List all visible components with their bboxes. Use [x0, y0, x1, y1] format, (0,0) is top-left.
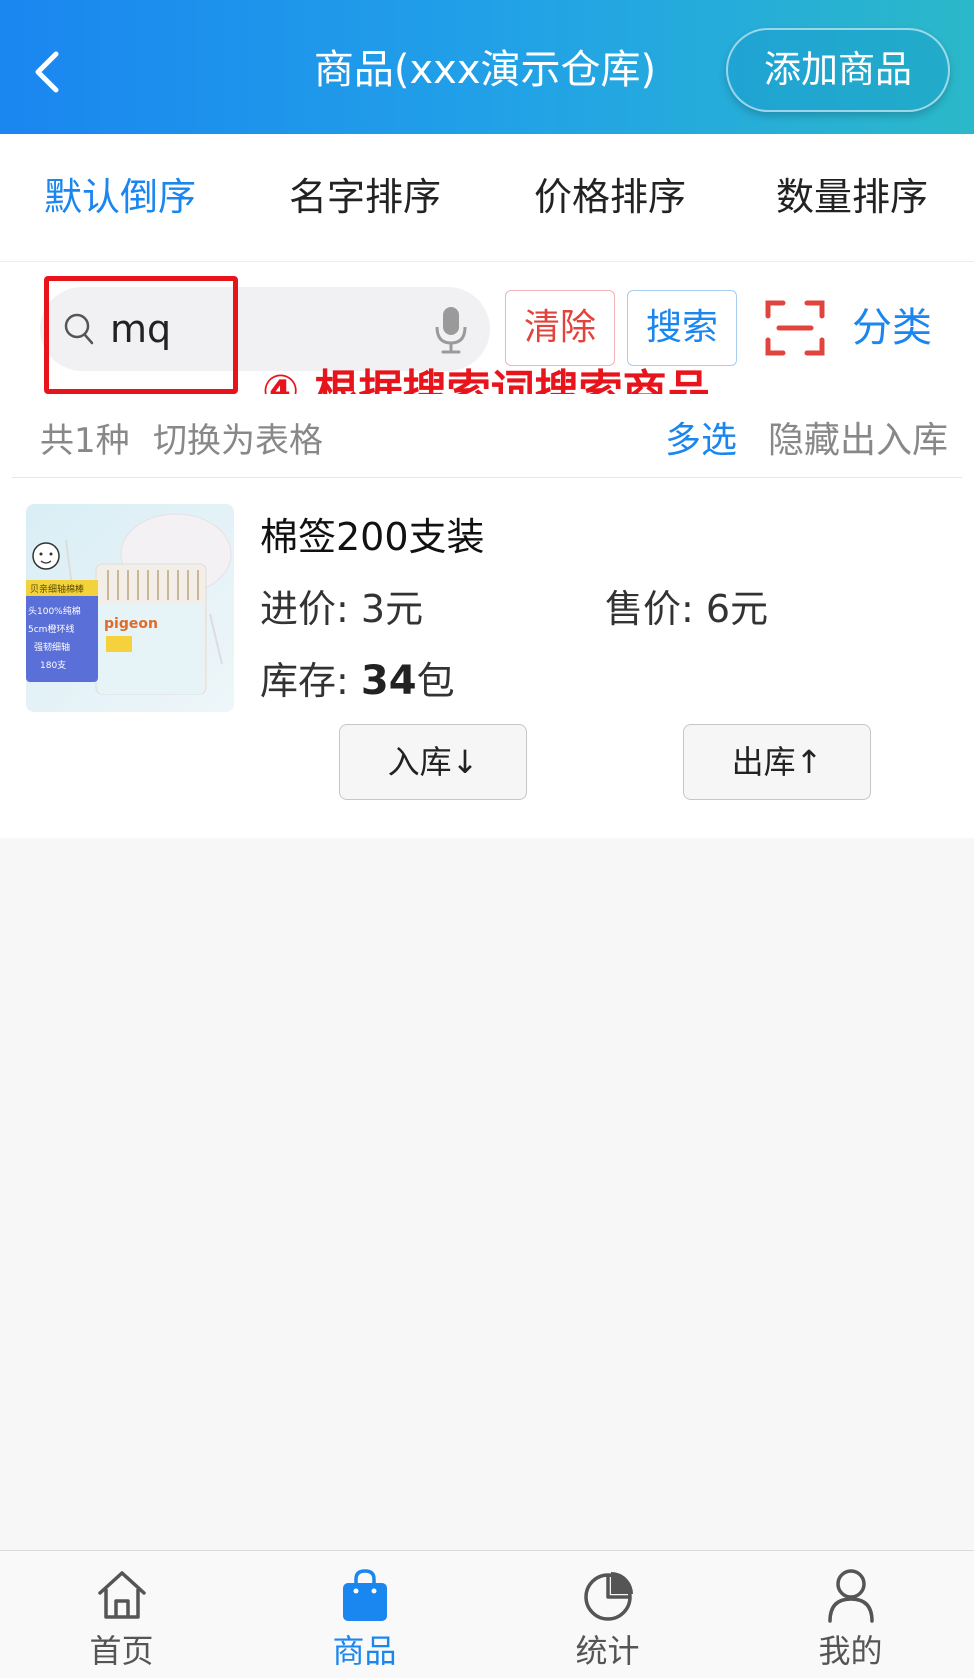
image-text-line: 头100%纯棉	[28, 605, 81, 617]
home-icon	[98, 1571, 146, 1619]
cotton-swab-package-image: pigeon 贝亲细轴棉棒 头100%纯棉 5cm橙环线 强韧细轴 180支	[26, 504, 234, 712]
tab-mine[interactable]: 我的	[729, 1551, 972, 1678]
product-count: 共1种	[40, 421, 130, 461]
sale-value: 6元	[705, 587, 769, 631]
image-text-line: 强韧细轴	[34, 641, 70, 653]
pie-chart-icon	[584, 1572, 633, 1621]
product-name: 棉签200支装	[260, 515, 485, 559]
tab-home[interactable]: 首页	[0, 1551, 243, 1678]
sort-bar: 默认倒序 名字排序 价格排序 数量排序	[0, 134, 974, 262]
list-info-row: 共1种 切换为表格 多选 隐藏出入库	[0, 394, 974, 478]
cost-value: 3元	[360, 587, 424, 631]
stock-label: 库存:	[260, 659, 349, 703]
sale-price: 售价: 6元	[605, 582, 768, 636]
shopping-bag-icon	[343, 1569, 387, 1621]
tab-statistics[interactable]: 统计	[486, 1551, 729, 1678]
category-link[interactable]: 分类	[852, 300, 932, 356]
cost-label: 进价:	[260, 587, 349, 631]
scan-icon[interactable]	[765, 300, 825, 356]
add-product-button[interactable]: 添加商品	[726, 28, 950, 112]
stock-in-button[interactable]: 入库↓	[339, 724, 527, 800]
hide-in-out-link[interactable]: 隐藏出入库	[768, 416, 948, 466]
sort-tab-quantity[interactable]: 数量排序	[752, 172, 952, 222]
back-chevron-icon[interactable]	[30, 48, 66, 96]
microphone-icon[interactable]	[432, 305, 470, 355]
cost-price: 进价: 3元	[260, 582, 423, 636]
tab-products[interactable]: 商品	[243, 1551, 486, 1678]
image-text-line: 180支	[40, 659, 66, 671]
stock-quantity: 34	[360, 658, 417, 704]
stock-out-button[interactable]: 出库↑	[683, 724, 871, 800]
user-icon	[828, 1569, 874, 1623]
sale-label: 售价:	[605, 587, 694, 631]
product-card[interactable]: pigeon 贝亲细轴棉棒 头100%纯棉 5cm橙环线 强韧细轴 180支 棉…	[0, 478, 974, 838]
product-image[interactable]: pigeon 贝亲细轴棉棒 头100%纯棉 5cm橙环线 强韧细轴 180支	[26, 504, 234, 712]
tab-label: 商品	[332, 1632, 397, 1670]
app-header: 商品(xxx演示仓库) 添加商品	[0, 0, 974, 134]
search-highlight-box	[44, 276, 238, 394]
tab-label: 首页	[89, 1632, 154, 1670]
tab-label: 我的	[818, 1632, 883, 1670]
stock-unit: 包	[416, 659, 455, 703]
toggle-table-link[interactable]: 切换为表格	[153, 416, 323, 466]
search-button[interactable]: 搜索	[627, 290, 737, 366]
image-text-line: 5cm橙环线	[28, 623, 74, 635]
page-title: 商品(xxx演示仓库)	[313, 47, 657, 93]
image-brand-text: pigeon	[104, 616, 158, 632]
sort-tab-default-desc[interactable]: 默认倒序	[20, 172, 220, 222]
multi-select-link[interactable]: 多选	[665, 416, 737, 466]
sort-tab-name[interactable]: 名字排序	[265, 172, 465, 222]
sort-tab-price[interactable]: 价格排序	[510, 172, 710, 222]
bottom-tab-bar: 首页 商品 统计 我的	[0, 1550, 974, 1678]
clear-button[interactable]: 清除	[505, 290, 615, 366]
stock: 库存: 34包	[260, 654, 455, 708]
image-text-line: 贝亲细轴棉棒	[30, 583, 84, 595]
tab-label: 统计	[575, 1632, 640, 1670]
